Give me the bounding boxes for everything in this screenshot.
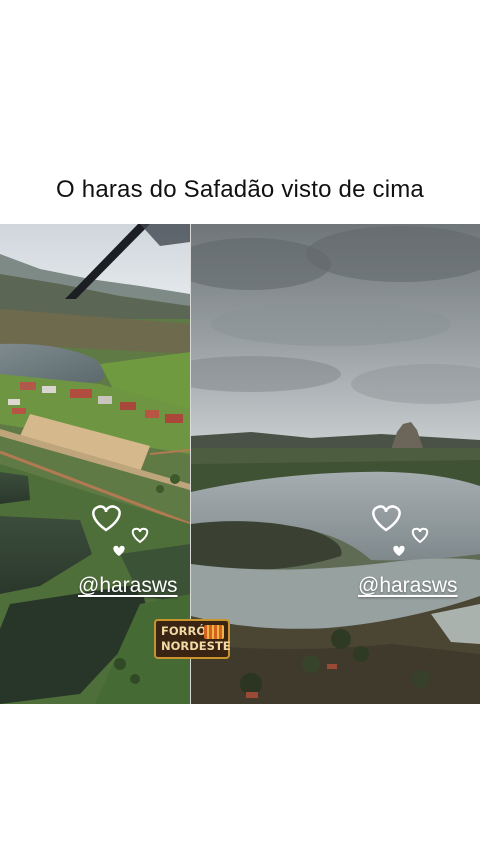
post-title: O haras do Safadão visto de cima	[56, 176, 424, 203]
right-aerial-image	[191, 224, 480, 704]
heart-icon	[92, 505, 149, 556]
forro-nordeste-logo: FORRÓ NORDESTE	[154, 619, 231, 659]
watermark-handle-right: @harasws	[358, 574, 458, 597]
right-aerial-photo: @harasws	[191, 224, 480, 704]
aerial-photo-collage: @harasws @harasws FORRÓ NORDESTE	[0, 224, 480, 704]
logo-line-2: NORDESTE	[161, 639, 231, 653]
heart-icon	[372, 505, 429, 556]
accordion-icon	[204, 625, 224, 639]
watermark-handle-left: @harasws	[78, 574, 178, 597]
